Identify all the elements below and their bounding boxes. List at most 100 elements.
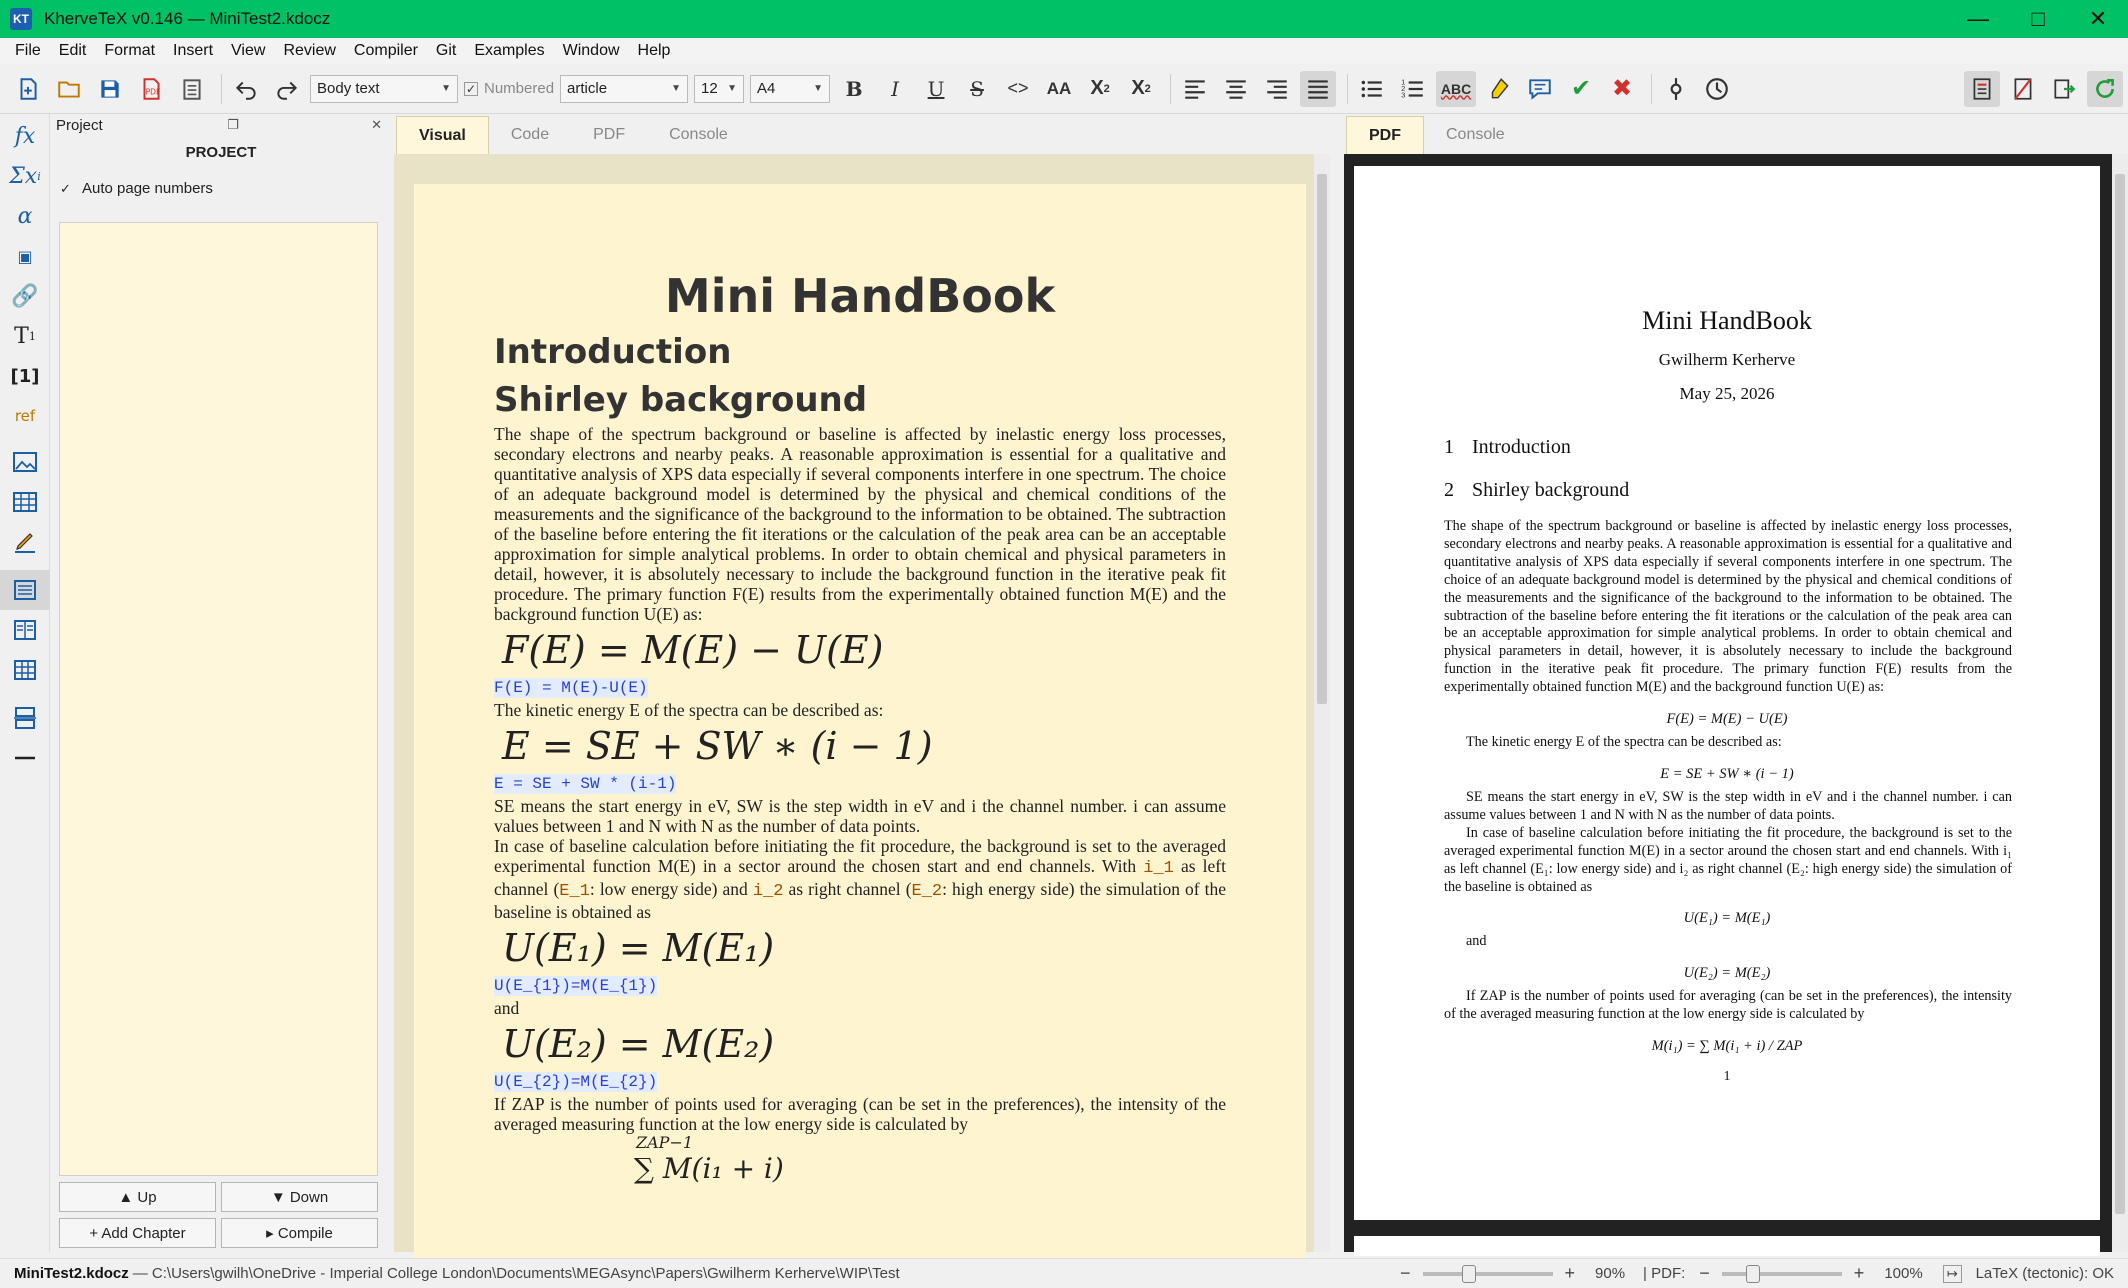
zoom-out-icon[interactable]: − xyxy=(1400,1263,1411,1284)
align-right-icon[interactable] xyxy=(1259,71,1295,107)
superscript-icon[interactable]: X2 xyxy=(1123,71,1159,107)
menu-format[interactable]: Format xyxy=(95,42,164,60)
numbered-checkbox[interactable]: ✓ Numbered xyxy=(464,80,554,97)
menu-review[interactable]: Review xyxy=(274,42,344,60)
menu-examples[interactable]: Examples xyxy=(465,42,553,60)
zoom-in-icon[interactable]: + xyxy=(1565,1263,1576,1284)
tab-console[interactable]: Console xyxy=(647,116,750,154)
insert-table-icon[interactable] xyxy=(0,482,50,522)
close-panel-icon[interactable]: ✕ xyxy=(371,117,382,133)
project-tree[interactable] xyxy=(59,222,378,1176)
insert-sum-icon[interactable]: Σx i xyxy=(0,156,50,196)
menu-compiler[interactable]: Compiler xyxy=(345,42,427,60)
tab-code[interactable]: Code xyxy=(488,116,572,154)
auto-page-numbers-checkbox[interactable]: ✓ Auto page numbers xyxy=(60,180,390,197)
scroll-thumb[interactable] xyxy=(1317,174,1327,704)
maximize-button[interactable]: □ xyxy=(2008,0,2068,38)
undo-icon[interactable] xyxy=(228,71,264,107)
commit-icon[interactable] xyxy=(1658,71,1694,107)
export-icon[interactable] xyxy=(2046,71,2082,107)
font-size-icon[interactable]: AA xyxy=(1041,71,1077,107)
bullet-list-icon[interactable] xyxy=(1354,71,1390,107)
subscript-icon[interactable]: X2 xyxy=(1082,71,1118,107)
menu-window[interactable]: Window xyxy=(554,42,629,60)
slider-knob[interactable] xyxy=(1461,1264,1476,1283)
tab-pdf-preview[interactable]: PDF xyxy=(1346,116,1424,154)
visual-editor[interactable]: Mini HandBook Introduction Shirley backg… xyxy=(414,184,1306,1264)
export-pdf-icon[interactable]: PDF xyxy=(133,71,169,107)
pdf-viewer[interactable]: Mini HandBook Gwilherm Kerherve May 25, … xyxy=(1344,154,2128,1256)
compile-button[interactable]: ▸ Compile xyxy=(221,1218,378,1248)
insert-greek-icon[interactable]: α xyxy=(0,196,50,236)
underline-icon[interactable]: U xyxy=(918,71,954,107)
font-size-select[interactable]: 12 ▼ xyxy=(694,74,745,103)
tab-pdf-console[interactable]: Console xyxy=(1424,116,1527,154)
auto-compile-icon[interactable] xyxy=(2087,70,2123,107)
menu-file[interactable]: File xyxy=(6,42,50,60)
tab-pdf[interactable]: PDF xyxy=(571,116,648,154)
insert-reference-icon[interactable]: ref xyxy=(0,396,50,436)
pdf-zoom-in-icon[interactable]: + xyxy=(1854,1263,1865,1284)
fit-width-icon[interactable]: ↦ xyxy=(1942,1264,1962,1283)
strikethrough-icon[interactable]: S xyxy=(959,71,995,107)
insert-link-icon[interactable]: 🔗 xyxy=(0,276,50,316)
menu-help[interactable]: Help xyxy=(629,42,680,60)
reject-change-icon[interactable]: ✖ xyxy=(1604,71,1640,107)
editor-zoom-value: 90% xyxy=(1595,1265,1626,1282)
editor-scrollbar[interactable] xyxy=(1314,154,1330,1252)
editor-zoom-slider[interactable] xyxy=(1422,1264,1553,1283)
close-window-button[interactable]: ✕ xyxy=(2068,0,2128,38)
justify-icon[interactable] xyxy=(1300,70,1337,107)
menu-view[interactable]: View xyxy=(222,42,274,60)
bold-icon[interactable]: B xyxy=(836,71,872,107)
style-select[interactable]: Body text ▼ xyxy=(310,74,458,103)
history-icon[interactable] xyxy=(1699,71,1735,107)
move-up-button[interactable]: ▲ Up xyxy=(59,1182,216,1212)
layout-grid-icon[interactable] xyxy=(0,650,50,690)
page-break-icon[interactable] xyxy=(0,698,50,738)
menu-edit[interactable]: Edit xyxy=(50,42,96,60)
add-chapter-button[interactable]: + Add Chapter xyxy=(59,1218,216,1248)
horizontal-rule-icon[interactable] xyxy=(0,738,50,778)
minimize-button[interactable]: — xyxy=(1948,0,2008,38)
redo-icon[interactable] xyxy=(269,71,305,107)
scroll-thumb[interactable] xyxy=(2115,174,2125,1214)
insert-formula-icon[interactable]: fx xyxy=(0,116,50,156)
tab-visual[interactable]: Visual xyxy=(396,116,489,154)
document-icon[interactable] xyxy=(174,71,210,107)
insert-superscript-icon[interactable]: T1 xyxy=(0,316,50,356)
pdf-zoom-slider[interactable] xyxy=(1721,1264,1842,1283)
layout-two-column-icon[interactable] xyxy=(0,610,50,650)
layout-editor-icon[interactable] xyxy=(1964,70,2000,107)
align-center-icon[interactable] xyxy=(1218,71,1254,107)
insert-fraction-icon[interactable]: ▣ xyxy=(0,236,50,276)
layout-page-icon[interactable] xyxy=(0,570,50,610)
insert-drawing-icon[interactable] xyxy=(0,522,50,562)
doc-title: Mini HandBook xyxy=(664,269,1056,323)
comment-icon[interactable] xyxy=(1522,71,1558,107)
move-down-button[interactable]: ▼ Down xyxy=(221,1182,378,1212)
pdf-zoom-out-icon[interactable]: − xyxy=(1699,1263,1710,1284)
accept-change-icon[interactable]: ✔ xyxy=(1563,71,1599,107)
align-left-icon[interactable] xyxy=(1177,71,1213,107)
float-panel-icon[interactable]: ❐ xyxy=(227,117,239,133)
numbered-list-icon[interactable]: 123 xyxy=(1395,71,1431,107)
insert-citation-icon[interactable]: [1] xyxy=(0,356,50,396)
menu-insert[interactable]: Insert xyxy=(164,42,222,60)
code-icon[interactable]: <> xyxy=(1000,71,1036,107)
italic-icon[interactable]: I xyxy=(877,71,913,107)
open-folder-icon[interactable] xyxy=(51,71,87,107)
insert-image-icon[interactable] xyxy=(0,442,50,482)
app-icon: KT xyxy=(10,8,32,30)
save-icon[interactable] xyxy=(92,71,128,107)
slider-knob[interactable] xyxy=(1745,1264,1760,1283)
menu-git[interactable]: Git xyxy=(427,42,465,60)
layout-pdf-icon[interactable] xyxy=(2005,71,2041,107)
paper-select[interactable]: A4 ▼ xyxy=(750,74,831,103)
doc-class-select[interactable]: article ▼ xyxy=(560,74,689,103)
pdf-scrollbar[interactable] xyxy=(2112,154,2128,1252)
new-file-icon[interactable] xyxy=(10,71,46,107)
highlighter-icon[interactable] xyxy=(1481,71,1517,107)
pdf-title: Mini HandBook xyxy=(1642,306,1812,335)
spellcheck-icon[interactable]: ABC xyxy=(1436,70,1477,107)
